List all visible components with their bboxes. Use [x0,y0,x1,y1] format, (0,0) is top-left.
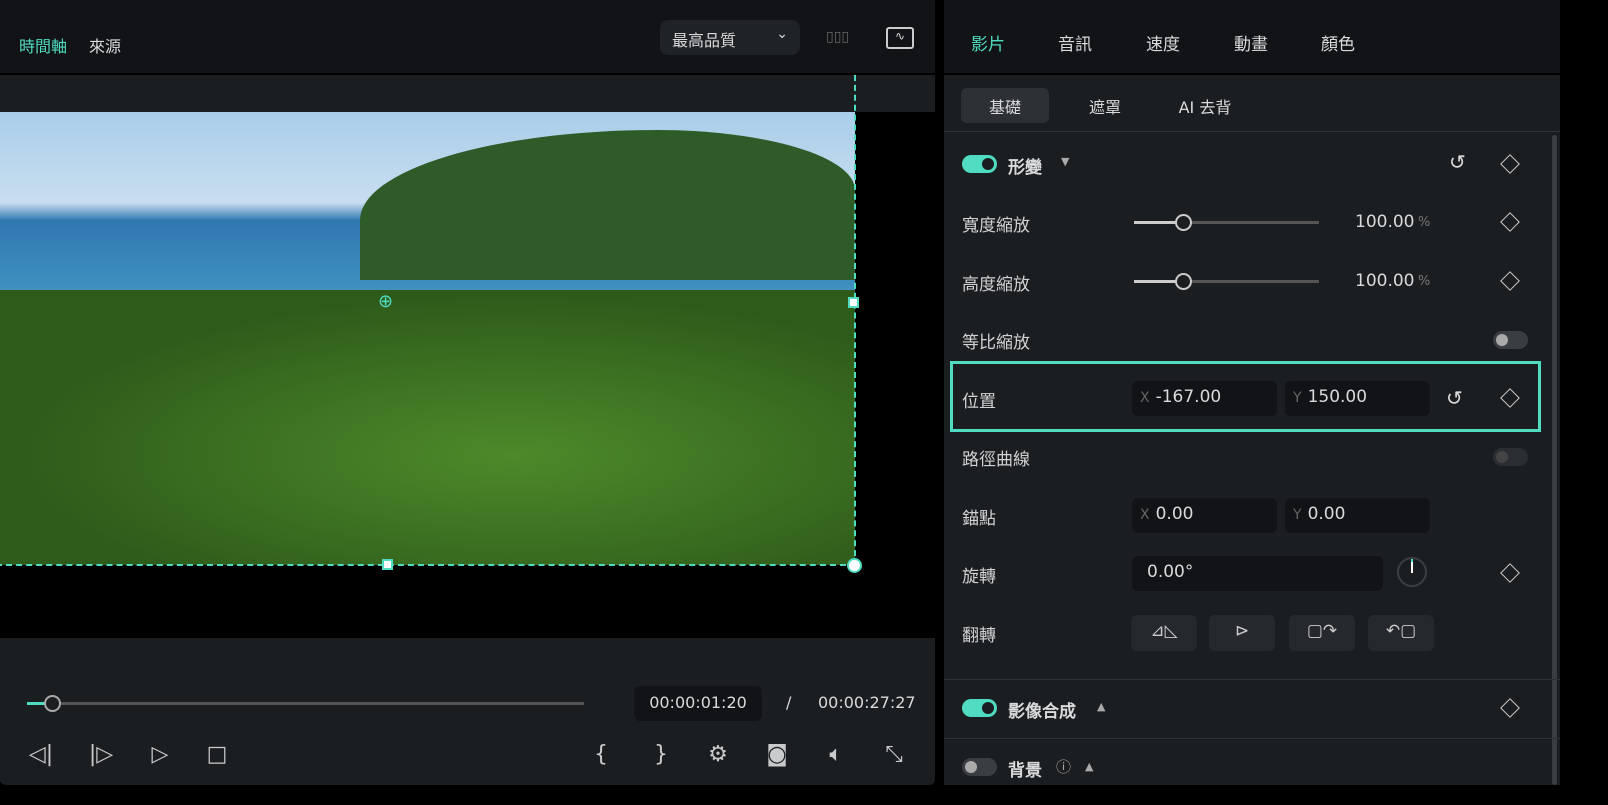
tab-color[interactable]: 顏色 [1321,30,1355,55]
caret-up-icon[interactable]: ▲ [1097,700,1105,713]
selection-box[interactable] [0,75,856,566]
caret-up-icon[interactable]: ▲ [1085,760,1093,773]
y-prefix: Y [1293,390,1302,406]
height-scale-label: 高度縮放 [962,275,1030,295]
tab-video[interactable]: 影片 [971,30,1005,55]
width-scale-value[interactable]: 100.00 [1355,212,1414,232]
anchor-y-input[interactable]: Y 0.00 [1285,498,1430,533]
snapshot-camera-icon[interactable]: ◙ [762,742,792,767]
quality-value: 最高品質 [672,31,737,50]
play-icon[interactable]: ▷ [145,742,175,767]
keyframe-diamond-icon[interactable] [1500,698,1520,718]
compositing-toggle[interactable] [962,699,997,717]
previous-frame-icon[interactable]: ◁| [26,742,56,767]
tab-audio[interactable]: 音訊 [1058,30,1092,55]
quality-dropdown[interactable]: 最高品質 ⌄ [660,20,800,55]
time-separator: / [786,693,792,712]
tab-animation[interactable]: 動畫 [1234,30,1268,55]
transform-toggle[interactable] [962,155,997,173]
position-x-value: -167.00 [1155,387,1222,407]
keyframe-diamond-icon[interactable] [1500,212,1520,232]
waveform-icon[interactable]: ∿ [886,27,914,49]
width-scale-unit: % [1418,215,1431,230]
background-toggle[interactable] [962,758,997,776]
caret-down-icon[interactable]: ▼ [1061,155,1069,168]
uniform-scale-toggle[interactable] [1493,331,1528,349]
height-scale-knob[interactable] [1175,273,1192,290]
tab-speed[interactable]: 速度 [1146,30,1180,55]
settings-gear-icon[interactable]: ⚙ [703,742,733,767]
compositing-title: 影像合成 [1008,702,1076,722]
anchor-crosshair-icon[interactable]: ⊕ [378,291,393,312]
x-prefix: X [1140,390,1150,406]
fullscreen-icon[interactable]: ⤡ [879,742,909,767]
anchor-x-value: 0.00 [1155,504,1194,524]
grid-view-icon[interactable]: ▯▯▯ [826,29,856,49]
anchor-y-value: 0.00 [1307,504,1346,524]
subtab-mask[interactable]: 遮罩 [1069,88,1141,123]
keyframe-diamond-icon[interactable] [1500,154,1520,174]
path-curve-toggle[interactable] [1493,448,1528,466]
total-time: 00:00:27:27 [818,693,916,712]
position-y-value: 150.00 [1307,387,1368,407]
position-y-input[interactable]: Y 150.00 [1285,381,1430,416]
anchor-x-input[interactable]: X 0.00 [1132,498,1277,533]
keyframe-diamond-icon[interactable] [1500,271,1520,291]
rotate-label: 旋轉 [962,567,996,587]
subtab-basic[interactable]: 基礎 [961,88,1049,123]
divider [944,679,1560,680]
volume-icon[interactable]: 🔈︎ [821,742,851,767]
flip-vertical-button[interactable]: ⊳ [1209,615,1275,651]
current-time[interactable]: 00:00:01:20 [634,686,762,721]
resize-handle-corner[interactable] [847,558,862,573]
player-panel: 時間軸 來源 最高品質 ⌄ ▯▯▯ ∿ ⊕ 00:00:01:20 / 00:00… [0,0,935,785]
mark-in-icon[interactable]: { [586,742,616,767]
rotate-dial[interactable] [1397,557,1427,587]
divider [944,131,1560,132]
tab-timeline[interactable]: 時間軸 [19,33,67,57]
playback-controls: 00:00:01:20 / 00:00:27:27 ◁| |▷ ▷ □ { } … [0,638,935,785]
y-prefix: Y [1293,507,1302,523]
next-frame-icon[interactable]: |▷ [86,742,116,767]
position-label: 位置 [962,392,996,412]
flip-horizontal-button[interactable]: ⊿◺ [1131,615,1197,651]
chevron-down-icon: ⌄ [776,26,788,42]
resize-handle-right[interactable] [848,297,859,308]
anchor-label: 錨點 [962,509,996,529]
transform-title: 形變 [1008,158,1042,178]
inspector-panel: 影片 音訊 速度 動畫 顏色 基礎 遮罩 AI 去背 形變 ▼ ↺ 寬度縮放 1… [944,0,1560,785]
progress-track[interactable] [27,702,584,705]
x-prefix: X [1140,507,1150,523]
progress-knob[interactable] [44,695,62,712]
help-icon[interactable]: ⓘ [1056,756,1071,777]
uniform-scale-label: 等比縮放 [962,333,1030,353]
resize-handle-bottom[interactable] [382,559,393,570]
rotate-input[interactable]: 0.00° [1132,556,1383,591]
reset-position-icon[interactable]: ↺ [1446,386,1463,410]
player-topbar: 時間軸 來源 最高品質 ⌄ ▯▯▯ ∿ [0,0,935,75]
flip-label: 翻轉 [962,626,996,646]
rotate-clockwise-button[interactable]: ▢↷ [1289,615,1355,651]
path-curve-label: 路徑曲線 [962,450,1030,470]
keyframe-diamond-icon[interactable] [1500,563,1520,583]
subtab-ai-cutout[interactable]: AI 去背 [1169,88,1241,123]
reset-icon[interactable]: ↺ [1449,150,1466,174]
divider [944,738,1560,739]
height-scale-value[interactable]: 100.00 [1355,271,1414,291]
tab-source[interactable]: 來源 [89,33,121,57]
inspector-tabs: 影片 音訊 速度 動畫 顏色 [944,0,1560,75]
width-scale-knob[interactable] [1175,214,1192,231]
position-x-input[interactable]: X -167.00 [1132,381,1277,416]
width-scale-label: 寬度縮放 [962,216,1030,236]
height-scale-unit: % [1418,274,1431,289]
background-title: 背景 [1008,761,1042,781]
stop-icon[interactable]: □ [202,742,232,767]
mark-out-icon[interactable]: } [646,742,676,767]
scrollbar[interactable] [1552,135,1557,785]
rotate-counterclockwise-button[interactable]: ↶▢ [1368,615,1434,651]
